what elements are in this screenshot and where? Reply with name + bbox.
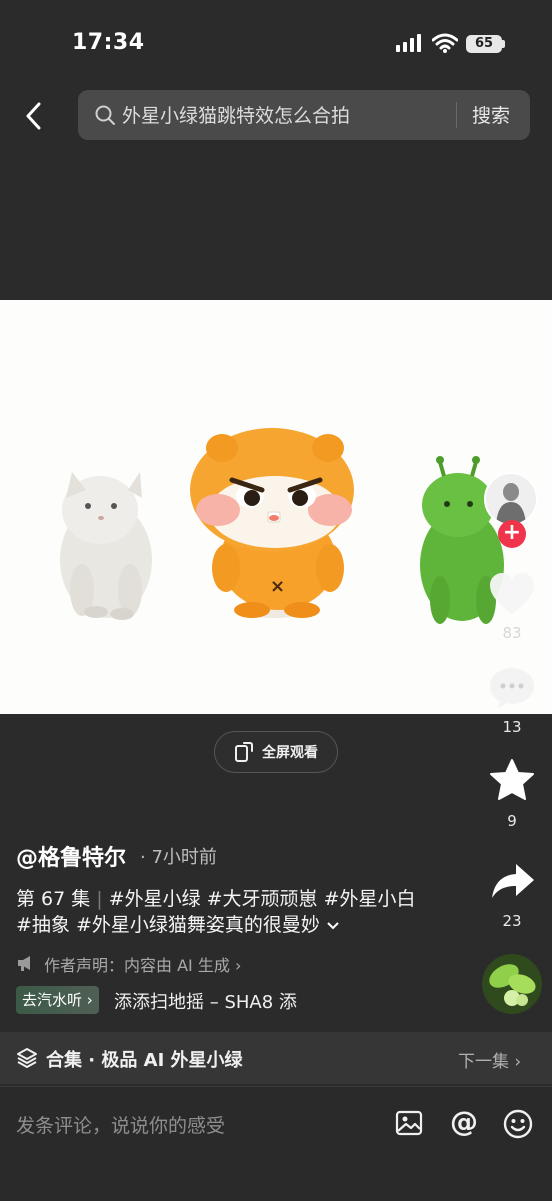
caption-separator: | [96, 888, 103, 910]
back-button[interactable] [16, 96, 50, 136]
music-cover-image [482, 954, 542, 1014]
follow-button[interactable]: + [498, 520, 526, 548]
video-frame-illustration: × [60, 428, 504, 624]
status-time: 17:34 [72, 30, 145, 55]
rotate-screen-icon [235, 742, 253, 762]
search-input[interactable]: 外星小绿猫跳特效怎么合拍 [122, 101, 350, 128]
fullscreen-button[interactable]: 全屏观看 [214, 731, 338, 773]
like-count: 83 [502, 624, 522, 642]
avatar-image [486, 474, 536, 524]
author-name[interactable]: @格鲁特尔 [16, 840, 126, 872]
listen-in-qishui-badge[interactable]: 去汽水听 › [16, 986, 99, 1014]
chevron-right-icon: › [514, 1052, 522, 1072]
episode-label: 第 67 集 [16, 888, 91, 910]
fullscreen-label: 全屏观看 [262, 745, 318, 761]
music-title[interactable]: 添添扫地摇 – SHA8 添 [114, 988, 297, 1014]
like-heart-icon[interactable] [488, 572, 536, 616]
image-picker-icon[interactable] [394, 1108, 424, 1138]
next-episode-label: 下一集 [458, 1052, 509, 1072]
emoji-icon[interactable] [502, 1108, 534, 1140]
favorite-star-icon[interactable] [489, 758, 535, 802]
hashtags-line-2[interactable]: #抽象 #外星小绿猫舞姿真的很曼妙 [16, 914, 320, 936]
comment-bar [0, 1086, 552, 1201]
post-caption[interactable]: 第 67 集 | #外星小绿 #大牙顽顽崽 #外星小白 #抽象 #外星小绿猫舞姿真的… [16, 886, 436, 938]
orange-hamster-character: × [190, 428, 354, 618]
author-avatar[interactable] [484, 472, 538, 526]
layers-icon [17, 1048, 37, 1068]
post-time: · 7小时前 [140, 847, 217, 868]
music-disc[interactable] [482, 954, 542, 1014]
video-player[interactable]: × [0, 300, 552, 714]
ai-declaration[interactable]: 作者声明：内容由 AI 生成 › [44, 952, 241, 976]
listen-badge-label: 去汽水听 [22, 991, 83, 1009]
svg-text:×: × [270, 576, 285, 597]
mention-button[interactable]: @ [448, 1106, 480, 1138]
cellular-signal-icon [396, 34, 421, 52]
expand-chevron-icon[interactable] [326, 921, 340, 931]
search-icon [95, 105, 115, 125]
chevron-right-icon: › [86, 991, 93, 1009]
search-button[interactable]: 搜索 [472, 101, 510, 128]
caption-line-2: #抽象 #外星小绿猫舞姿真的很曼妙 [16, 912, 436, 938]
next-episode-button[interactable]: 下一集 › [458, 1047, 521, 1072]
chevron-left-icon [26, 102, 41, 130]
comment-count: 13 [502, 718, 522, 736]
chevron-right-icon: › [234, 956, 242, 975]
share-arrow-icon[interactable] [490, 862, 536, 902]
white-cat-character [60, 472, 152, 620]
comment-input[interactable]: 发条评论，说说你的感受 [16, 1111, 225, 1138]
megaphone-icon [18, 956, 30, 971]
comment-bubble-icon[interactable] [488, 666, 536, 710]
ai-declaration-text: 作者声明：内容由 AI 生成 [44, 956, 230, 975]
battery-indicator: 65 [466, 35, 502, 53]
favorite-count: 9 [507, 812, 517, 830]
hashtags-line-1[interactable]: #外星小绿 #大牙顽顽崽 #外星小白 [109, 888, 416, 910]
wifi-icon [432, 33, 458, 53]
search-divider [456, 102, 457, 128]
share-count: 23 [502, 912, 522, 930]
caption-line-1: 第 67 集 | #外星小绿 #大牙顽顽崽 #外星小白 [16, 886, 436, 912]
battery-nub [502, 40, 505, 48]
collection-label[interactable]: 合集 · 极品 AI 外星小绿 [46, 1046, 243, 1072]
